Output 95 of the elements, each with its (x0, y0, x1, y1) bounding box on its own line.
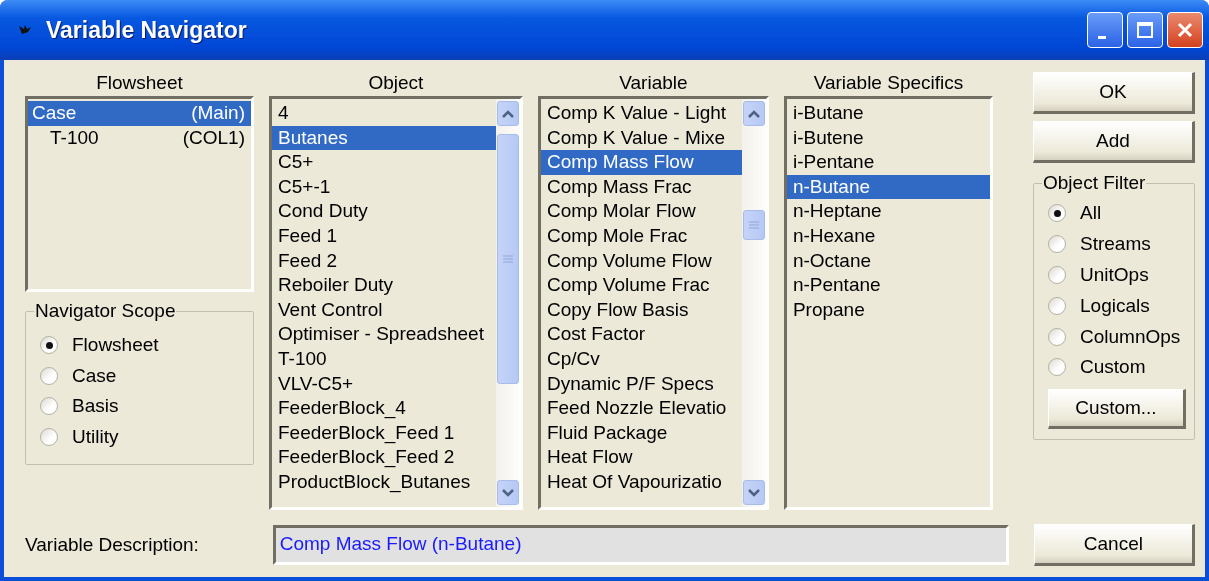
radio-label[interactable]: ColumnOps (1080, 325, 1181, 348)
list-item[interactable]: Comp Molar Flow (540, 199, 742, 224)
radio-label[interactable]: All (1080, 202, 1102, 225)
scroll-down-icon[interactable] (496, 480, 519, 505)
list-item[interactable]: Copy Flow Basis (540, 297, 742, 323)
column-header: Variable Specifics (812, 71, 965, 95)
radio-label[interactable]: Custom (1080, 356, 1146, 379)
list-item[interactable]: Feed Nozzle Elevatio (540, 396, 742, 421)
radio-button[interactable] (40, 336, 58, 355)
list-item[interactable]: ProductBlock_Butanes (272, 469, 496, 495)
radio-button[interactable] (1048, 296, 1066, 315)
radio-button[interactable] (1048, 358, 1066, 377)
radio-button[interactable] (1048, 204, 1066, 223)
scroll-thumb[interactable] (742, 210, 765, 240)
group-title: Object Filter (1042, 172, 1147, 194)
list-item[interactable]: C5+ (272, 150, 496, 175)
window-title: Variable Navigator (46, 16, 248, 44)
scrollbar[interactable] (741, 99, 766, 507)
scroll-up-icon[interactable] (496, 101, 519, 126)
item-tag: (COL1) (182, 125, 245, 151)
list-item[interactable]: Cond Duty (272, 199, 496, 224)
scroll-down-icon[interactable] (742, 480, 765, 505)
list-item[interactable]: Comp Volume Frac (540, 273, 742, 298)
app-icon (18, 24, 32, 36)
column-header: Variable (618, 71, 689, 95)
radio-label[interactable]: Logicals (1080, 294, 1150, 317)
scroll-thumb[interactable] (496, 134, 519, 384)
radio-label[interactable]: Flowsheet (72, 334, 159, 357)
list-item[interactable]: n-Octane (786, 248, 990, 274)
cancel-button[interactable]: Cancel (1033, 524, 1195, 566)
list-item[interactable]: T-100 (272, 346, 496, 372)
column-header: Flowsheet (95, 71, 184, 95)
list-item[interactable]: Comp Mass Flow (540, 150, 742, 175)
list-item[interactable]: Comp Mass Frac (540, 174, 742, 200)
group-title: Navigator Scope (34, 300, 177, 322)
list-item[interactable]: Comp Mole Frac (540, 223, 742, 249)
radio-button[interactable] (1048, 266, 1066, 284)
list-item[interactable]: C5+-1 (272, 174, 496, 200)
list-item[interactable]: FeederBlock_Feed 2 (272, 445, 496, 470)
radio-label[interactable]: Case (72, 364, 117, 387)
list-item[interactable]: Feed 2 (272, 248, 496, 274)
radio-label[interactable]: Streams (1080, 233, 1151, 256)
custom-button[interactable]: Custom... (1048, 388, 1186, 429)
scrollbar[interactable] (495, 99, 520, 507)
radio-label[interactable]: Basis (72, 395, 119, 418)
list-item[interactable]: Heat Of Vapourizatio (540, 469, 742, 495)
item-name: Case (32, 101, 77, 125)
minimize-icon (1098, 35, 1106, 39)
radio-button[interactable] (40, 427, 58, 446)
description-field: Comp Mass Flow (n-Butane) (272, 525, 1009, 565)
list-item[interactable]: Feed 1 (272, 223, 496, 249)
dialog-button[interactable]: Add (1033, 121, 1195, 163)
list-item[interactable]: Reboiler Duty (272, 273, 496, 298)
list-item[interactable]: Optimiser - Spreadsheet (272, 322, 496, 347)
radio-button[interactable] (40, 366, 58, 385)
tree-item[interactable]: Case (Main) (28, 101, 251, 126)
radio-button[interactable] (1048, 235, 1066, 254)
radio-button[interactable] (40, 397, 58, 416)
maximize-button[interactable] (1127, 12, 1163, 48)
list-item[interactable]: Comp K Value - Mixe (540, 125, 742, 151)
item-name: T-100 (50, 125, 99, 150)
list-item[interactable]: Vent Control (272, 297, 496, 323)
list-item[interactable]: n-Heptane (786, 199, 990, 224)
column-header: Object (367, 71, 425, 95)
radio-button[interactable] (1048, 327, 1066, 346)
maximize-icon (1136, 21, 1154, 39)
list-item[interactable]: Dynamic P/F Specs (540, 371, 742, 397)
list-item[interactable]: Cp/Cv (540, 346, 742, 372)
field-label: Variable Description: (25, 534, 200, 556)
list-item[interactable]: FeederBlock_4 (272, 396, 496, 421)
list-item[interactable]: n-Butane (786, 174, 990, 200)
list-item[interactable]: i-Butene (786, 125, 990, 151)
list-item[interactable]: Cost Factor (540, 322, 742, 347)
dialog-button[interactable]: OK (1033, 72, 1195, 114)
item-tag: (Main) (191, 101, 245, 126)
close-button[interactable] (1167, 12, 1203, 48)
list-item[interactable]: FeederBlock_Feed 1 (272, 420, 496, 446)
list-item[interactable]: Heat Flow (540, 445, 742, 470)
close-icon (1176, 21, 1194, 39)
list-item[interactable]: 4 (272, 101, 496, 126)
tree-item[interactable]: T-100 (COL1) (28, 125, 251, 151)
list-item[interactable]: n-Pentane (786, 273, 990, 298)
list-item[interactable]: VLV-C5+ (272, 371, 496, 397)
list-item[interactable]: n-Hexane (786, 223, 990, 249)
radio-label[interactable]: Utility (72, 425, 119, 448)
list-item[interactable]: Comp Volume Flow (540, 248, 742, 274)
scroll-up-icon[interactable] (742, 101, 765, 126)
list-item[interactable]: Butanes (272, 125, 496, 151)
list-item[interactable]: Comp K Value - Light (540, 101, 742, 126)
list-item[interactable]: Fluid Package (540, 420, 742, 446)
radio-label[interactable]: UnitOps (1080, 264, 1149, 286)
minimize-button[interactable] (1087, 12, 1123, 48)
list-item[interactable]: i-Butane (786, 101, 990, 126)
list-item[interactable]: Propane (786, 297, 990, 323)
list-item[interactable]: i-Pentane (786, 150, 990, 175)
